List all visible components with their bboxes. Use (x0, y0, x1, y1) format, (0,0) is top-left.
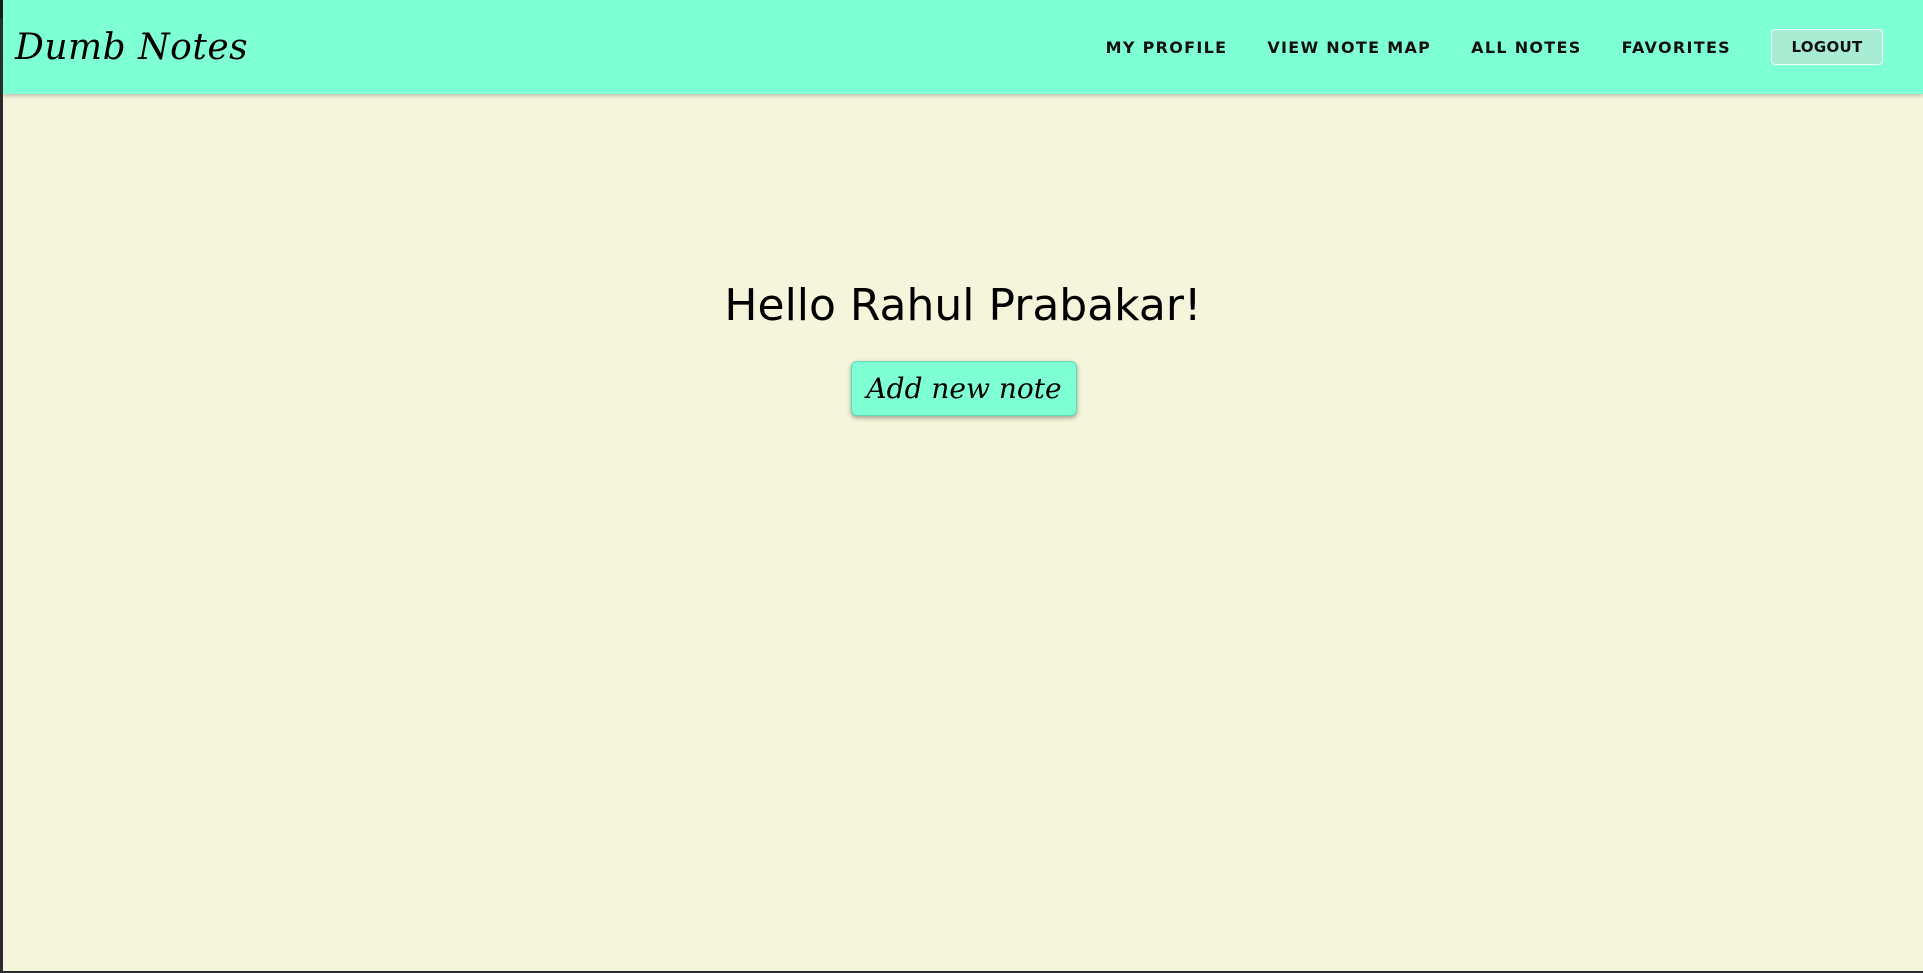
top-navbar: Dumb Notes MY PROFILE VIEW NOTE MAP ALL … (3, 0, 1923, 94)
greeting-heading: Hello Rahul Prabakar! (724, 280, 1202, 331)
nav-item-view-note-map[interactable]: VIEW NOTE MAP (1267, 38, 1431, 57)
nav-item-all-notes[interactable]: ALL NOTES (1471, 38, 1581, 57)
logout-button[interactable]: LOGOUT (1771, 29, 1883, 65)
app-viewport: Dumb Notes MY PROFILE VIEW NOTE MAP ALL … (0, 0, 1923, 973)
brand-logo[interactable]: Dumb Notes (15, 27, 248, 68)
nav-item-my-profile[interactable]: MY PROFILE (1106, 38, 1228, 57)
window-edge-marker (0, 0, 3, 18)
nav-links: MY PROFILE VIEW NOTE MAP ALL NOTES FAVOR… (1106, 29, 1883, 65)
add-new-note-button[interactable]: Add new note (851, 361, 1077, 416)
nav-item-favorites[interactable]: FAVORITES (1622, 38, 1731, 57)
